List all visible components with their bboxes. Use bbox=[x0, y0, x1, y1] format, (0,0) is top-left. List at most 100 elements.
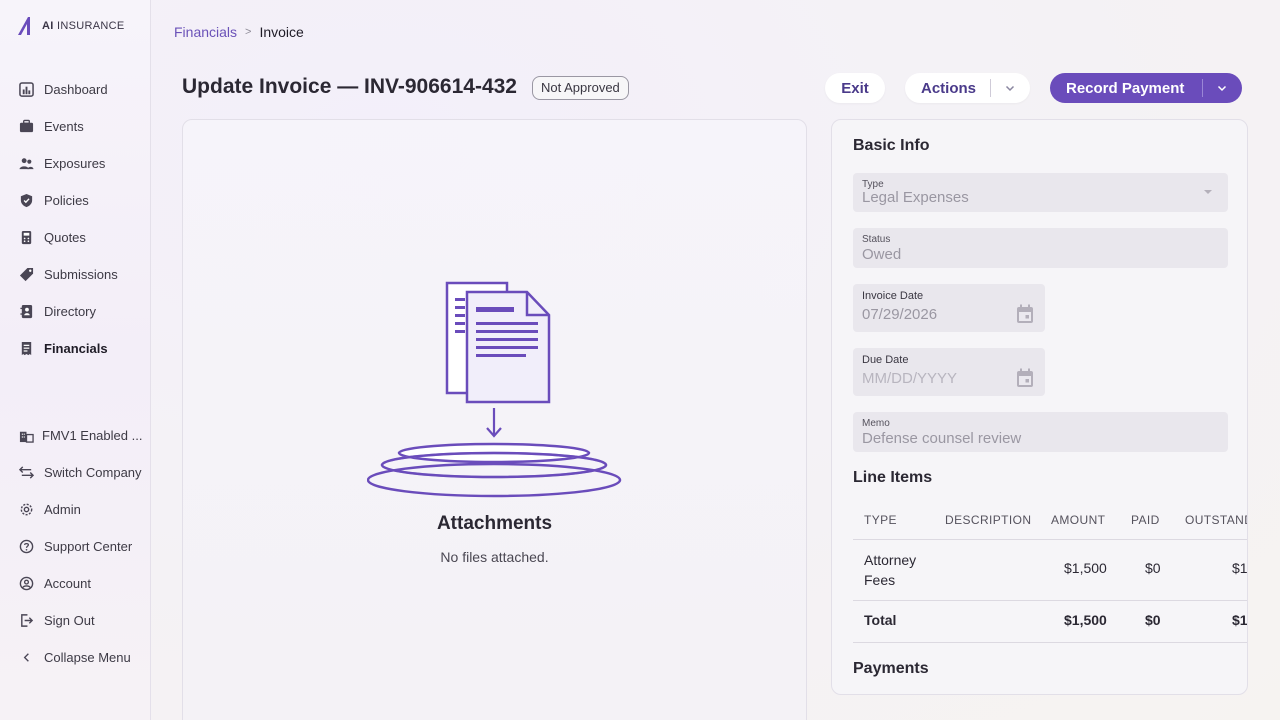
exit-button[interactable]: Exit bbox=[825, 73, 885, 103]
due-date-placeholder: MM/DD/YYYY bbox=[862, 370, 958, 387]
switch-icon bbox=[18, 465, 34, 481]
actions-dropdown[interactable] bbox=[991, 82, 1029, 94]
chevron-left-icon bbox=[18, 650, 34, 666]
sidebar-item-policies[interactable]: Policies bbox=[0, 182, 151, 219]
sidebar-item-label: Admin bbox=[44, 502, 81, 517]
record-payment-label: Record Payment bbox=[1066, 79, 1185, 97]
attachments-illustration-icon bbox=[367, 281, 622, 498]
help-icon bbox=[18, 539, 34, 555]
memo-label: Memo bbox=[862, 418, 890, 429]
sidebar-item-submissions[interactable]: Submissions bbox=[0, 256, 151, 293]
status-value: Owed bbox=[862, 246, 902, 263]
account-icon bbox=[18, 576, 34, 592]
breadcrumb: Financials > Invoice bbox=[174, 24, 304, 40]
line-item-paid: $0 bbox=[1145, 560, 1161, 576]
gear-icon bbox=[18, 502, 34, 518]
contacts-icon bbox=[18, 304, 34, 320]
sidebar-item-admin[interactable]: Admin bbox=[0, 491, 151, 528]
sidebar-item-switch-company[interactable]: Switch Company bbox=[0, 454, 151, 491]
sidebar-item-label: Quotes bbox=[44, 230, 86, 245]
shield-icon bbox=[18, 193, 34, 209]
breadcrumb-separator: > bbox=[245, 26, 252, 38]
sidebar-item-label: Financials bbox=[44, 341, 108, 356]
sidebar-item-label: Account bbox=[44, 576, 91, 591]
type-select[interactable]: Type Legal Expenses bbox=[853, 173, 1228, 212]
due-date-label: Due Date bbox=[862, 354, 909, 366]
calculator-icon bbox=[18, 230, 34, 246]
column-header-amount: AMOUNT bbox=[1051, 513, 1106, 527]
breadcrumb-financials-link[interactable]: Financials bbox=[174, 24, 237, 40]
line-items-title: Line Items bbox=[853, 469, 933, 486]
tag-icon bbox=[18, 267, 34, 283]
due-date-field[interactable]: Due Date MM/DD/YYYY bbox=[853, 348, 1045, 396]
sidebar-item-events[interactable]: Events bbox=[0, 108, 151, 145]
memo-field[interactable]: Memo Defense counsel review bbox=[853, 412, 1228, 452]
sidebar-item-account[interactable]: Account bbox=[0, 565, 151, 602]
total-label: Total bbox=[864, 612, 897, 628]
attachments-empty-text: No files attached. bbox=[440, 549, 549, 565]
sidebar-item-dashboard[interactable]: Dashboard bbox=[0, 71, 151, 108]
invoice-date-field[interactable]: Invoice Date 07/29/2026 bbox=[853, 284, 1045, 332]
chevron-down-icon bbox=[1005, 85, 1015, 92]
sidebar-item-quotes[interactable]: Quotes bbox=[0, 219, 151, 256]
receipt-icon bbox=[18, 341, 34, 357]
sidebar-item-financials[interactable]: Financials bbox=[0, 330, 151, 367]
sidebar-item-label: Support Center bbox=[44, 539, 133, 554]
main-nav: Dashboard Events Exposures Policies Quot… bbox=[0, 71, 151, 367]
actions-button[interactable]: Actions bbox=[905, 73, 1030, 103]
sidebar-item-label: Dashboard bbox=[44, 82, 108, 97]
secondary-nav: FMV1 Enabled ... Switch Company Admin Su… bbox=[0, 417, 151, 676]
sidebar-item-label: Collapse Menu bbox=[44, 650, 131, 665]
sidebar-item-label: Events bbox=[44, 119, 84, 134]
basic-info-title: Basic Info bbox=[853, 137, 930, 154]
sidebar-item-company[interactable]: FMV1 Enabled ... bbox=[0, 417, 151, 454]
line-item-type-line2: Fees bbox=[864, 572, 896, 588]
line-items-header: TYPE DESCRIPTION AMOUNT PAID OUTSTANDI bbox=[853, 500, 1247, 540]
sidebar: AI INSURANCE Dashboard Events Exposures … bbox=[0, 0, 151, 720]
memo-value: Defense counsel review bbox=[862, 430, 1022, 447]
briefcase-icon bbox=[18, 119, 34, 135]
sidebar-item-label: Sign Out bbox=[44, 613, 95, 628]
table-row[interactable]: Attorney Fees $1,500 $0 $1,5 bbox=[853, 540, 1248, 601]
record-payment-button[interactable]: Record Payment bbox=[1050, 73, 1242, 103]
sidebar-item-label: Policies bbox=[44, 193, 89, 208]
column-header-type: TYPE bbox=[864, 513, 897, 527]
line-item-type: Attorney Fees bbox=[864, 550, 916, 590]
calendar-icon[interactable] bbox=[1016, 304, 1034, 324]
column-header-description: DESCRIPTION bbox=[945, 513, 1032, 527]
sidebar-item-label: Switch Company bbox=[44, 465, 142, 480]
sidebar-item-collapse-menu[interactable]: Collapse Menu bbox=[0, 639, 151, 676]
total-amount: $1,500 bbox=[1064, 612, 1107, 628]
sidebar-item-label: FMV1 Enabled ... bbox=[42, 428, 143, 443]
status-badge: Not Approved bbox=[532, 76, 629, 100]
sidebar-item-label: Submissions bbox=[44, 267, 118, 282]
column-header-outstanding: OUTSTANDI bbox=[1185, 513, 1247, 527]
table-total-row: Total $1,500 $0 $1,5 bbox=[853, 601, 1247, 643]
line-item-amount: $1,500 bbox=[1064, 560, 1107, 576]
dropdown-arrow-icon bbox=[1204, 190, 1212, 194]
status-field[interactable]: Status Owed bbox=[853, 228, 1228, 268]
attachments-dropzone[interactable]: Attachments No files attached. bbox=[182, 119, 807, 720]
breadcrumb-current: Invoice bbox=[259, 24, 304, 40]
sidebar-item-label: Exposures bbox=[44, 156, 106, 171]
payments-title: Payments bbox=[853, 660, 929, 677]
total-paid: $0 bbox=[1145, 612, 1161, 628]
chevron-down-icon bbox=[1217, 85, 1227, 92]
calendar-icon[interactable] bbox=[1016, 368, 1034, 388]
line-item-type-line1: Attorney bbox=[864, 552, 917, 568]
building-icon bbox=[18, 428, 34, 444]
dashboard-icon bbox=[18, 82, 34, 98]
page-title: Update Invoice — INV-906614-432 bbox=[182, 75, 517, 98]
invoice-form-panel: Basic Info Type Legal Expenses Status Ow… bbox=[831, 119, 1248, 695]
line-item-outstanding: $1,5 bbox=[1232, 560, 1248, 576]
invoice-date-label: Invoice Date bbox=[862, 290, 924, 302]
type-value: Legal Expenses bbox=[862, 189, 969, 206]
logo[interactable]: AI INSURANCE bbox=[16, 15, 124, 37]
sidebar-item-exposures[interactable]: Exposures bbox=[0, 145, 151, 182]
status-label: Status bbox=[862, 234, 891, 245]
record-payment-dropdown[interactable] bbox=[1203, 82, 1241, 94]
sidebar-item-label: Directory bbox=[44, 304, 97, 319]
sidebar-item-directory[interactable]: Directory bbox=[0, 293, 151, 330]
sidebar-item-support-center[interactable]: Support Center bbox=[0, 528, 151, 565]
sidebar-item-sign-out[interactable]: Sign Out bbox=[0, 602, 151, 639]
